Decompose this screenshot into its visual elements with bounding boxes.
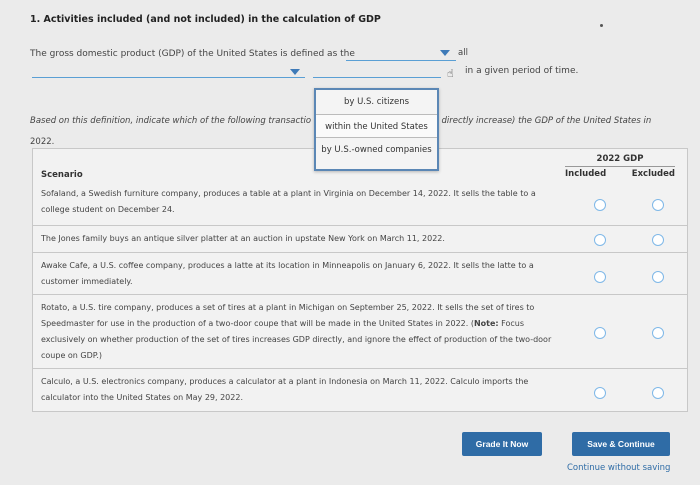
- header-excluded: Excluded: [631, 169, 675, 179]
- grade-button[interactable]: Grade It Now: [462, 432, 542, 456]
- radio-included[interactable]: [594, 387, 606, 399]
- dropdown-underline: [346, 60, 456, 61]
- note-label: Note:: [473, 319, 499, 328]
- header-year: 2022 GDP: [565, 154, 675, 167]
- radio-included[interactable]: [594, 199, 606, 211]
- definition-dropdown-1[interactable]: [346, 47, 456, 61]
- instruction-end: , directly increase) the GDP of the Unit…: [436, 116, 652, 126]
- chevron-down-icon: [290, 69, 300, 75]
- scenario-text: Rotato, a U.S. tire company, produces a …: [41, 300, 561, 364]
- scenario-main-text: Rotato, a U.S. tire company, produces a …: [41, 303, 535, 328]
- scenario-text: Awake Cafe, a U.S. coffee company, produ…: [41, 261, 534, 286]
- dropdown-option-us-owned[interactable]: by U.S.-owned companies: [316, 138, 437, 162]
- radio-excluded[interactable]: [652, 199, 664, 211]
- radio-included[interactable]: [594, 271, 606, 283]
- decorative-dot: [600, 24, 603, 27]
- dropdown-option-citizens[interactable]: by U.S. citizens: [316, 90, 437, 114]
- table-row: Awake Cafe, a U.S. coffee company, produ…: [33, 252, 687, 294]
- scenario-text: Sofaland, a Swedish furniture company, p…: [41, 189, 536, 214]
- hand-cursor-icon: ☝: [447, 67, 454, 80]
- save-continue-button[interactable]: Save & Continue: [572, 432, 670, 456]
- table-row: Rotato, a U.S. tire company, produces a …: [33, 294, 687, 368]
- radio-included[interactable]: [594, 234, 606, 246]
- definition-dropdown-2[interactable]: [32, 64, 305, 78]
- radio-excluded[interactable]: [652, 271, 664, 283]
- dropdown-option-within-us[interactable]: within the United States: [316, 114, 437, 138]
- continue-without-saving-link[interactable]: Continue without saving: [567, 463, 670, 473]
- definition-sentence-start: The gross domestic product (GDP) of the …: [30, 49, 355, 59]
- header-scenario: Scenario: [41, 170, 83, 180]
- scenario-text: Calculo, a U.S. electronics company, pro…: [41, 377, 529, 402]
- dropdown-menu: by U.S. citizens within the United State…: [314, 88, 439, 171]
- instruction-year: 2022.: [30, 137, 55, 147]
- radio-excluded[interactable]: [652, 327, 664, 339]
- table-row: Calculo, a U.S. electronics company, pro…: [33, 368, 687, 412]
- scenario-table: 2022 GDP Included Excluded Scenario Sofa…: [32, 148, 688, 412]
- dropdown-underline: [32, 77, 305, 78]
- definition-sentence-end: in a given period of time.: [465, 66, 579, 76]
- table-row: The Jones family buys an antique silver …: [33, 225, 687, 252]
- radio-included[interactable]: [594, 327, 606, 339]
- radio-excluded[interactable]: [652, 234, 664, 246]
- definition-dropdown-3[interactable]: [313, 64, 441, 78]
- question-title: 1. Activities included (and not included…: [30, 14, 381, 25]
- radio-excluded[interactable]: [652, 387, 664, 399]
- scenario-text: The Jones family buys an antique silver …: [41, 234, 445, 243]
- table-header-gdp: 2022 GDP Included Excluded: [565, 154, 675, 179]
- chevron-down-icon: [440, 50, 450, 56]
- header-included: Included: [565, 169, 607, 179]
- table-row: Sofaland, a Swedish furniture company, p…: [33, 181, 687, 225]
- instruction-start: Based on this definition, indicate which…: [30, 116, 312, 126]
- dropdown-underline: [313, 77, 441, 78]
- dropdown-selected-all: all: [458, 48, 468, 58]
